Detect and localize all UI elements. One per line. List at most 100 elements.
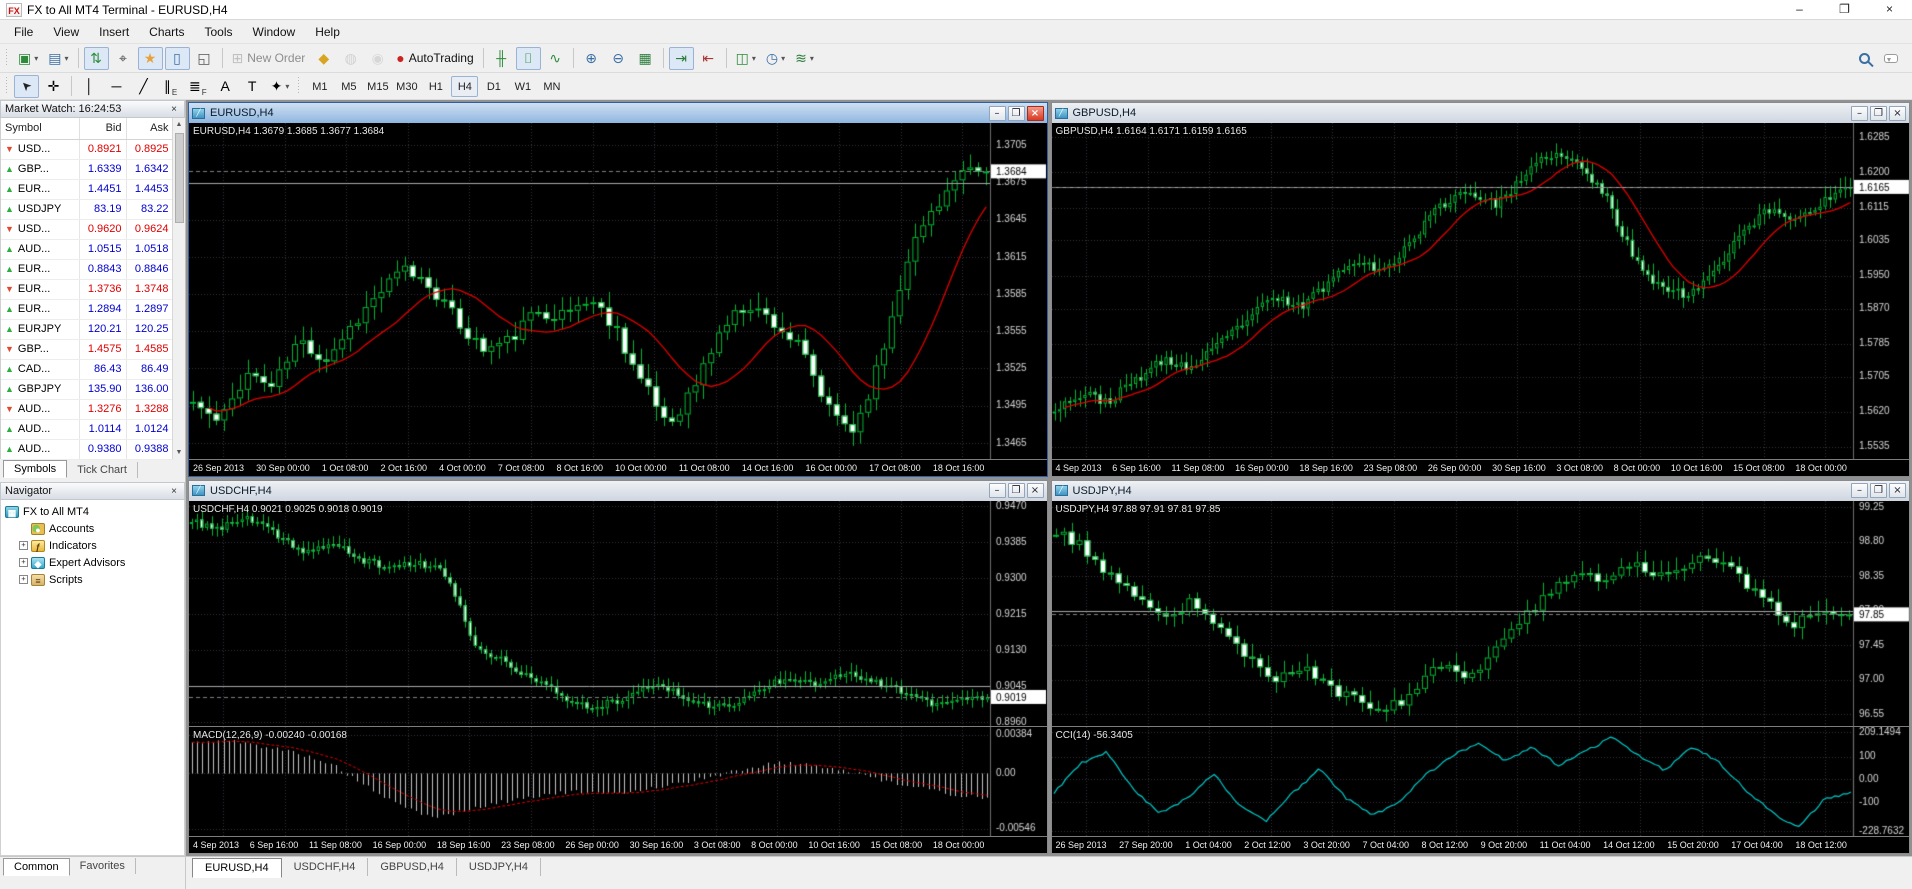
tab-common[interactable]: Common xyxy=(3,858,70,876)
bar-chart-mode-button[interactable]: ╫ xyxy=(489,47,514,70)
menu-view[interactable]: View xyxy=(43,22,89,42)
tree-item-expert-advisors[interactable]: + ◆ Expert Advisors xyxy=(1,554,184,571)
expand-icon[interactable]: + xyxy=(19,541,28,550)
chart-profiles-button[interactable]: ▤ ▾ xyxy=(44,47,72,70)
chart-close-button[interactable]: × xyxy=(1889,483,1906,498)
table-row[interactable]: ▼ USD... 0.9620 0.9624 xyxy=(1,219,174,240)
menu-charts[interactable]: Charts xyxy=(139,22,194,42)
tile-windows-button[interactable]: ▦ xyxy=(633,47,658,70)
table-row[interactable]: ▲ CAD... 86.43 86.49 xyxy=(1,359,174,380)
table-row[interactable]: ▲ AUD... 0.9380 0.9388 xyxy=(1,439,174,460)
macd-indicator-canvas[interactable] xyxy=(189,727,1047,836)
close-button[interactable]: × xyxy=(1867,0,1912,19)
periods-button[interactable]: ◷ ▾ xyxy=(762,47,789,70)
market-watch-toggle-button[interactable]: ★ xyxy=(137,46,163,70)
label-tool-button[interactable]: T xyxy=(240,75,265,98)
navigator-toggle-button[interactable]: ▯ xyxy=(164,46,190,70)
channel-tool-button[interactable]: ∥ E xyxy=(158,75,183,98)
timeframe-m1[interactable]: M1 xyxy=(306,76,333,97)
toolbar-grip[interactable] xyxy=(296,77,302,95)
toolbar-grip[interactable] xyxy=(4,77,9,95)
table-row[interactable]: ▲ USDJPY 83.19 83.22 xyxy=(1,199,174,220)
table-row[interactable]: ▲ EUR... 1.2894 1.2897 xyxy=(1,299,174,320)
new-chart-button[interactable]: ▣ ▾ xyxy=(14,47,42,70)
auto-scroll-button[interactable]: ⇥ xyxy=(668,46,694,70)
chart-tab-gbpusd-h4[interactable]: GBPUSD,H4 xyxy=(368,858,457,876)
market-watch-scrollbar[interactable]: ▲ ▼ xyxy=(172,118,185,459)
search-icon[interactable] xyxy=(1859,52,1870,64)
timeframe-h4[interactable]: H4 xyxy=(451,75,479,97)
chart-window-usdjpy[interactable]: ╱ USDJPY,H4 – ❐ × USDJPY,H4 97.88 97.91 … xyxy=(1050,479,1910,854)
table-row[interactable]: ▼ GBP... 1.4575 1.4585 xyxy=(1,339,174,360)
menu-tools[interactable]: Tools xyxy=(195,22,243,42)
templates-button[interactable]: ◫ ▾ xyxy=(732,47,760,70)
toolbar-grip[interactable] xyxy=(4,49,9,67)
column-header-ask[interactable]: Ask xyxy=(126,118,174,140)
chart-window-usdchf[interactable]: ╱ USDCHF,H4 – ❐ × USDCHF,H4 0.9021 0.902… xyxy=(188,479,1048,854)
chart-titlebar[interactable]: ╱ EURUSD,H4 – ❐ × xyxy=(189,103,1047,123)
chart-window-eurusd[interactable]: ╱ EURUSD,H4 – ❐ × EURUSD,H4 1.3679 1.368… xyxy=(188,102,1048,477)
arrows-tool-button[interactable]: ✦ ▾ xyxy=(267,75,294,98)
chart-titlebar[interactable]: ╱ USDCHF,H4 – ❐ × xyxy=(189,480,1047,501)
metaeditor-button[interactable]: ◆ xyxy=(311,47,336,70)
price-chart-canvas[interactable] xyxy=(1051,123,1910,459)
column-header-symbol[interactable]: Symbol xyxy=(1,118,80,140)
chat-icon[interactable] xyxy=(1884,53,1898,63)
indicators-list-button[interactable]: ≋ ▾ xyxy=(791,47,818,70)
table-row[interactable]: ▲ EURJPY 120.21 120.25 xyxy=(1,319,174,340)
crosshair-target-button[interactable]: ⌖ xyxy=(111,47,136,70)
navigator-close-icon[interactable]: × xyxy=(168,486,180,497)
autotrading-button[interactable]: ● AutoTrading xyxy=(392,47,477,70)
refresh-symbols-button[interactable]: ⇅ xyxy=(83,46,109,70)
chart-tab-usdjpy-h4[interactable]: USDJPY,H4 xyxy=(457,858,541,876)
market-watch-close-icon[interactable]: × xyxy=(168,104,180,115)
price-chart-canvas[interactable] xyxy=(189,500,1047,727)
table-row[interactable]: ▼ EUR... 1.3736 1.3748 xyxy=(1,279,174,300)
timeframe-h1[interactable]: H1 xyxy=(422,76,449,97)
tab-symbols[interactable]: Symbols xyxy=(3,460,68,478)
timeframe-w1[interactable]: W1 xyxy=(509,76,536,97)
expand-icon[interactable]: + xyxy=(19,558,28,567)
chart-minimize-button[interactable]: – xyxy=(988,483,1006,498)
horizontal-line-tool-button[interactable]: ─ xyxy=(104,75,129,98)
price-chart-canvas[interactable] xyxy=(189,123,1047,459)
text-tool-button[interactable]: A xyxy=(213,75,238,98)
column-header-bid[interactable]: Bid xyxy=(79,118,127,140)
table-row[interactable]: ▲ EUR... 0.8843 0.8846 xyxy=(1,259,174,280)
table-row[interactable]: ▲ EUR... 1.4451 1.4453 xyxy=(1,179,174,200)
menu-window[interactable]: Window xyxy=(243,22,306,42)
chart-minimize-button[interactable]: – xyxy=(1851,483,1868,498)
menu-file[interactable]: File xyxy=(4,22,43,42)
chart-shift-button[interactable]: ⇤ xyxy=(696,47,721,70)
tree-item-accounts[interactable]: ● Accounts xyxy=(1,520,184,537)
chart-tab-eurusd-h4[interactable]: EURUSD,H4 xyxy=(192,858,282,878)
scroll-down-icon[interactable]: ▼ xyxy=(176,446,183,459)
trendline-tool-button[interactable]: ╱ xyxy=(131,75,156,98)
table-row[interactable]: ▲ AUD... 1.0114 1.0124 xyxy=(1,419,174,440)
tab-favorites[interactable]: Favorites xyxy=(70,858,136,874)
chart-minimize-button[interactable]: – xyxy=(1851,105,1868,121)
tree-item-scripts[interactable]: + ≡ Scripts xyxy=(1,571,184,588)
chart-titlebar[interactable]: ╱ USDJPY,H4 – ❐ × xyxy=(1051,480,1909,501)
chart-titlebar[interactable]: ╱ GBPUSD,H4 – ❐ × xyxy=(1051,103,1909,123)
minimize-button[interactable]: – xyxy=(1777,0,1822,19)
zoom-in-button[interactable]: ⊕ xyxy=(579,47,604,70)
timeframe-m30[interactable]: M30 xyxy=(393,76,420,97)
chart-restore-button[interactable]: ❐ xyxy=(1870,105,1887,121)
tab-tick-chart[interactable]: Tick Chart xyxy=(67,462,138,478)
cci-indicator-canvas[interactable] xyxy=(1051,727,1910,836)
price-chart-canvas[interactable] xyxy=(1051,500,1910,727)
table-row[interactable]: ▼ AUD... 1.3276 1.3288 xyxy=(1,399,174,420)
chart-close-button[interactable]: × xyxy=(1026,105,1044,121)
maximize-button[interactable]: ❐ xyxy=(1822,0,1867,19)
timeframe-m5[interactable]: M5 xyxy=(335,76,362,97)
zoom-out-button[interactable]: ⊖ xyxy=(606,47,631,70)
timeframe-m15[interactable]: M15 xyxy=(364,76,391,97)
candlestick-mode-button[interactable]: ⌷ xyxy=(515,46,541,70)
chart-tab-usdchf-h4[interactable]: USDCHF,H4 xyxy=(282,858,369,876)
chart-restore-button[interactable]: ❐ xyxy=(1870,483,1887,498)
timeframe-mn[interactable]: MN xyxy=(538,76,565,97)
menu-insert[interactable]: Insert xyxy=(89,22,139,42)
chart-close-button[interactable]: × xyxy=(1026,483,1044,498)
fibonacci-tool-button[interactable]: ≣ F xyxy=(185,75,211,98)
